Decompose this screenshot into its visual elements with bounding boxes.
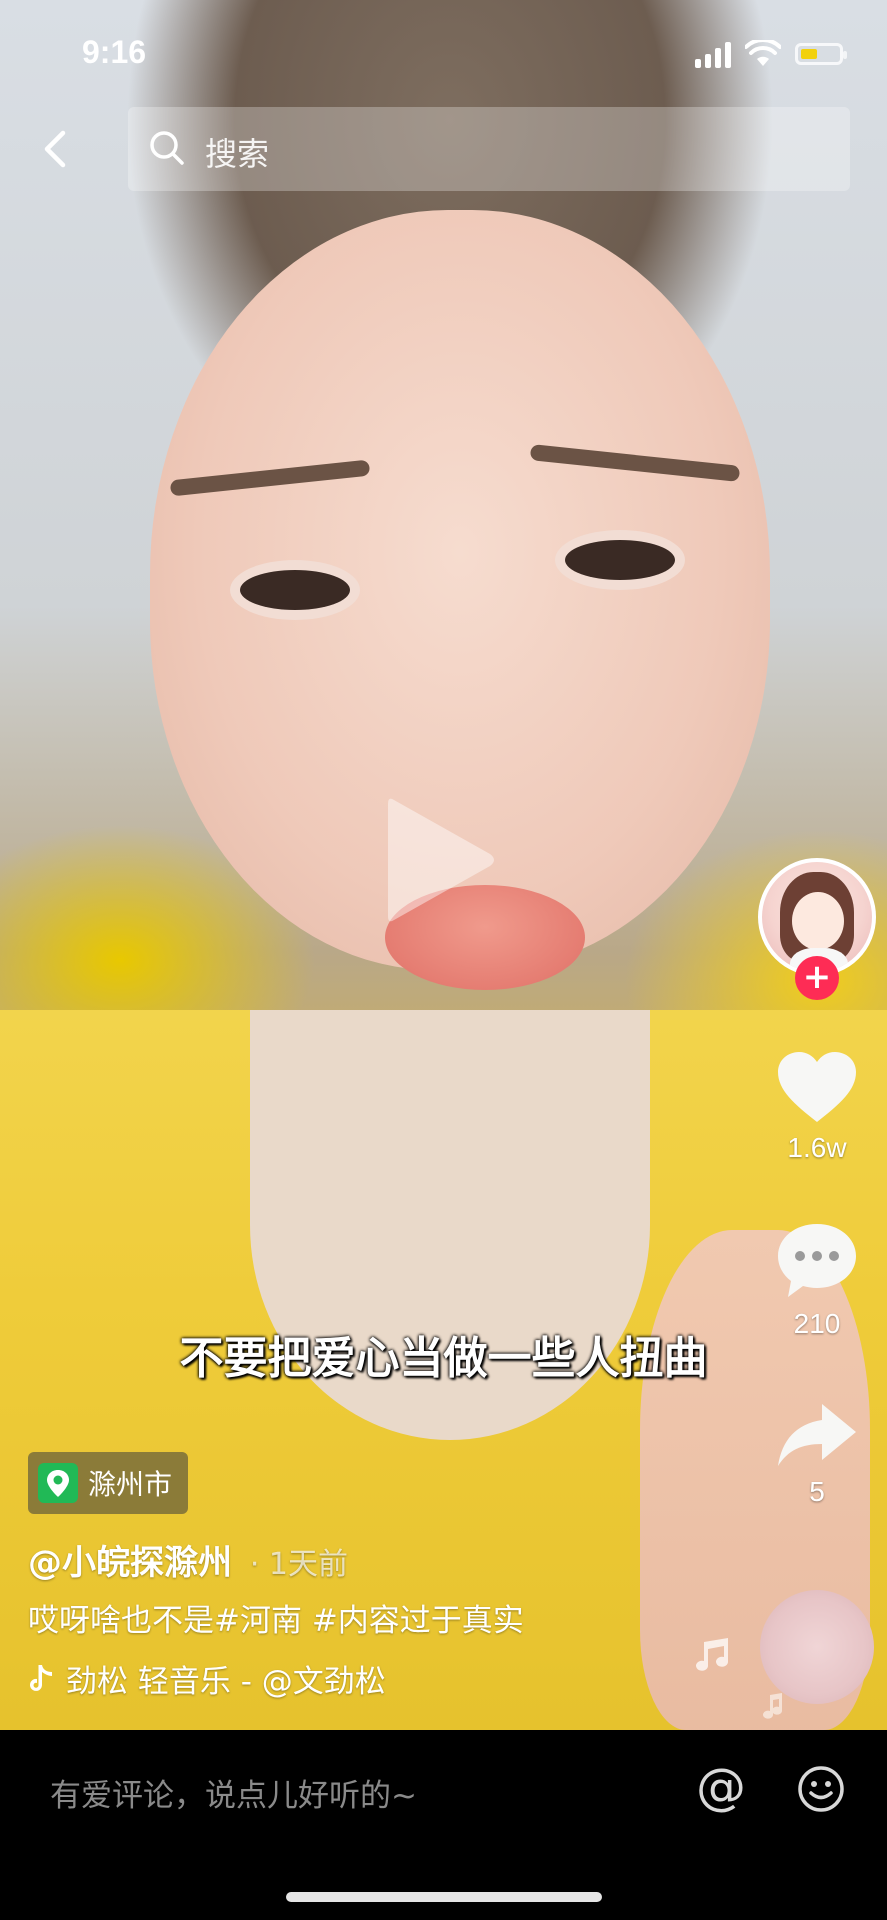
top-bar: 搜索 [0,105,887,191]
music-title: 劲松 轻音乐 - @文劲松 [66,1664,386,1700]
play-icon[interactable] [380,790,500,930]
post-time: · 1天前 [249,1547,349,1582]
floating-music-note-small-icon [763,1693,782,1719]
like-count: 1.6w [787,1132,847,1163]
status-time: 9:16 [82,34,147,70]
floating-music-note-icon [696,1638,728,1671]
location-pin-icon [38,1463,78,1503]
search-bar[interactable]: 搜索 [128,107,850,191]
search-icon [150,131,184,165]
like-button[interactable]: 1.6w [758,1050,876,1164]
wifi-icon [745,40,781,66]
mention-at-button[interactable]: @ [696,1762,746,1812]
share-count: 5 [809,1476,825,1507]
location-tag[interactable]: 滁州市 [28,1452,189,1514]
status-icons [695,40,847,68]
cellular-signal-icon [695,40,731,68]
author-name[interactable]: @小皖探滁州 [28,1543,232,1583]
battery-icon [795,43,847,65]
share-button[interactable]: 5 [758,1402,876,1508]
back-arrow-icon[interactable] [35,127,79,171]
location-text: 滁州市 [88,1468,173,1501]
search-placeholder: 搜索 [205,135,270,173]
heart-icon [778,1052,856,1122]
home-indicator[interactable] [286,1892,602,1902]
author-line: @小皖探滁州 · 1天前 [28,1535,348,1584]
follow-plus-button[interactable]: + [795,956,839,1000]
video-subtitle: 不要把爱心当做一些人扭曲 [179,1333,708,1384]
emoji-smiley-icon[interactable] [796,1764,846,1814]
comment-bubble-icon [778,1224,856,1297]
comment-input[interactable]: 有爱评论，说点儿好听的~ [50,1770,417,1815]
video-frame-eye-right [565,540,675,580]
tiktok-note-icon [30,1664,52,1691]
comment-bar: 有爱评论，说点儿好听的~ @ [0,1730,887,1920]
share-arrow-icon [778,1404,856,1466]
music-info[interactable]: 劲松 轻音乐 - @文劲松 [28,1656,386,1701]
video-frame-eye-left [240,570,350,610]
post-caption[interactable]: 哎呀啥也不是#河南 #内容过于真实 [28,1595,524,1640]
status-bar: 9:16 [0,0,887,110]
music-disc[interactable] [760,1590,874,1704]
